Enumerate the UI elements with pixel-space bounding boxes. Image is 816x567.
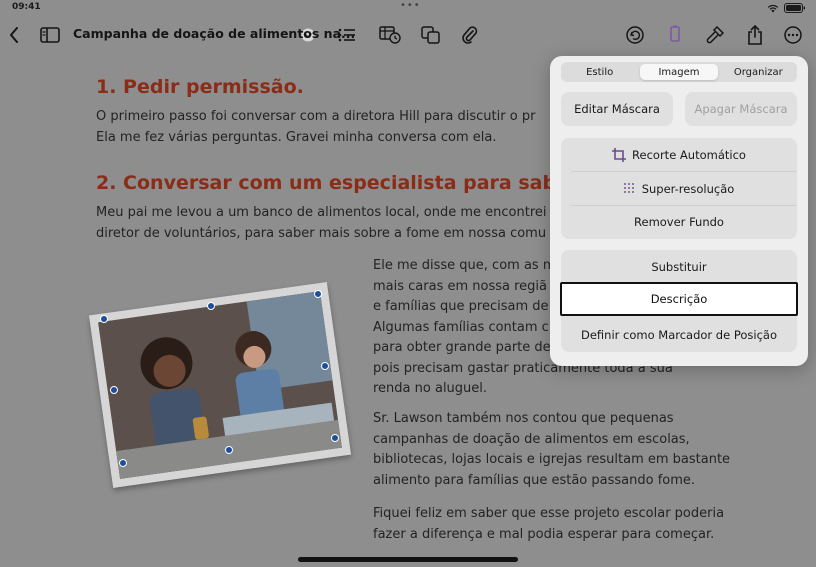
paintbrush-icon <box>670 25 680 42</box>
selection-handle[interactable] <box>110 386 118 394</box>
home-indicator[interactable] <box>298 557 518 562</box>
paragraph-3-line: renda no aluguel. <box>373 381 488 396</box>
sidebar-toggle-button[interactable] <box>38 18 62 52</box>
crop-icon <box>612 148 627 162</box>
image-tools-group: Recorte Automático Super-resolução Remov… <box>561 138 797 239</box>
document-title[interactable]: Campanha de doação de alimentos na... <box>73 26 355 41</box>
tab-estilo[interactable]: Estilo <box>561 62 638 82</box>
selected-image[interactable] <box>89 282 351 488</box>
grid-enhance-icon <box>623 183 634 193</box>
sidebar-icon <box>40 27 60 43</box>
paragraph-1-line-1: O primeiro passo foi conversar com a dir… <box>96 109 536 124</box>
selection-handle[interactable] <box>321 362 329 370</box>
multitasking-dots-icon[interactable]: ••• <box>400 0 421 11</box>
paragraph-2-line-1: Meu pai me levou a um banco de alimentos… <box>96 205 558 220</box>
tab-organizar[interactable]: Organizar <box>720 62 797 82</box>
paragraph-4-line: bibliotecas, lojas locais e igrejas resu… <box>373 452 731 467</box>
back-button[interactable] <box>4 18 24 52</box>
undo-icon <box>626 26 644 44</box>
ellipsis-circle-icon <box>784 26 802 44</box>
selection-handle[interactable] <box>331 434 339 442</box>
hammer-brush-icon <box>706 25 725 44</box>
photo-illustration <box>98 291 342 479</box>
paragraph-4: Sr. Lawson também nos contou que pequena… <box>373 409 730 491</box>
more-button[interactable] <box>782 18 804 52</box>
heading-2: 2. Conversar com um especialista para sa… <box>96 172 569 194</box>
description-button[interactable]: Descrição <box>560 282 798 316</box>
edit-mask-button[interactable]: Editar Máscara <box>561 92 673 126</box>
super-resolution-button[interactable]: Super-resolução <box>561 172 797 206</box>
format-button[interactable] <box>664 18 686 52</box>
battery-icon <box>784 3 805 13</box>
paragraph-5-line: fazer a diferença e mal podia esperar pa… <box>373 526 715 542</box>
photo-content <box>98 291 342 479</box>
remove-background-button[interactable]: Remover Fundo <box>561 205 797 239</box>
share-icon <box>748 25 762 45</box>
chevron-left-icon <box>10 27 18 43</box>
shapes-button[interactable] <box>420 18 442 52</box>
wifi-icon <box>767 4 779 12</box>
popover-tabs: Estilo Imagem Organizar <box>561 62 797 82</box>
paragraph-2-line-2: diretor de voluntários, para saber mais … <box>96 226 547 241</box>
table-clock-icon <box>379 26 401 44</box>
undo-button[interactable] <box>624 18 646 52</box>
set-placeholder-button[interactable]: Definir como Marcador de Posição <box>561 318 797 352</box>
status-bar: 09:41 ••• <box>0 0 816 16</box>
paperclip-icon <box>462 26 478 44</box>
tab-imagem[interactable]: Imagem <box>640 64 718 80</box>
paragraph-1-line-2: Ela me fez várias perguntas. Gravei minh… <box>96 130 497 145</box>
share-button[interactable] <box>744 18 766 52</box>
selection-handle[interactable] <box>119 459 127 467</box>
clear-mask-button[interactable]: Apagar Máscara <box>685 92 797 126</box>
replace-button[interactable]: Substituir <box>561 250 797 284</box>
paragraph-4-line: campanhas de doação de alimentos em esco… <box>373 431 690 447</box>
selection-handle[interactable] <box>225 446 233 454</box>
selection-handle[interactable] <box>100 315 108 323</box>
paragraph-5: Fiquei feliz em saber que esse projeto e… <box>373 504 724 545</box>
selection-handle[interactable] <box>314 290 322 298</box>
format-popover: Estilo Imagem Organizar Editar Máscara A… <box>550 56 808 366</box>
attachment-button[interactable] <box>460 18 480 52</box>
system-icons <box>767 3 806 13</box>
auto-crop-button[interactable]: Recorte Automático <box>561 138 797 172</box>
paragraph-5-line: Fiquei feliz em saber que esse projeto e… <box>373 506 725 521</box>
auto-crop-label: Recorte Automático <box>632 148 746 162</box>
paragraph-4-line: alimento para famílias que estão passand… <box>373 472 696 488</box>
table-button[interactable] <box>378 18 402 52</box>
status-time: 09:41 <box>12 2 41 12</box>
selection-handle[interactable] <box>207 302 215 310</box>
shapes-icon <box>421 26 440 44</box>
super-resolution-label: Super-resolução <box>641 182 735 196</box>
paragraph-4-line: Sr. Lawson também nos contou que pequena… <box>373 411 674 426</box>
heading-1: 1. Pedir permissão. <box>96 76 304 98</box>
inspector-button[interactable] <box>704 18 726 52</box>
